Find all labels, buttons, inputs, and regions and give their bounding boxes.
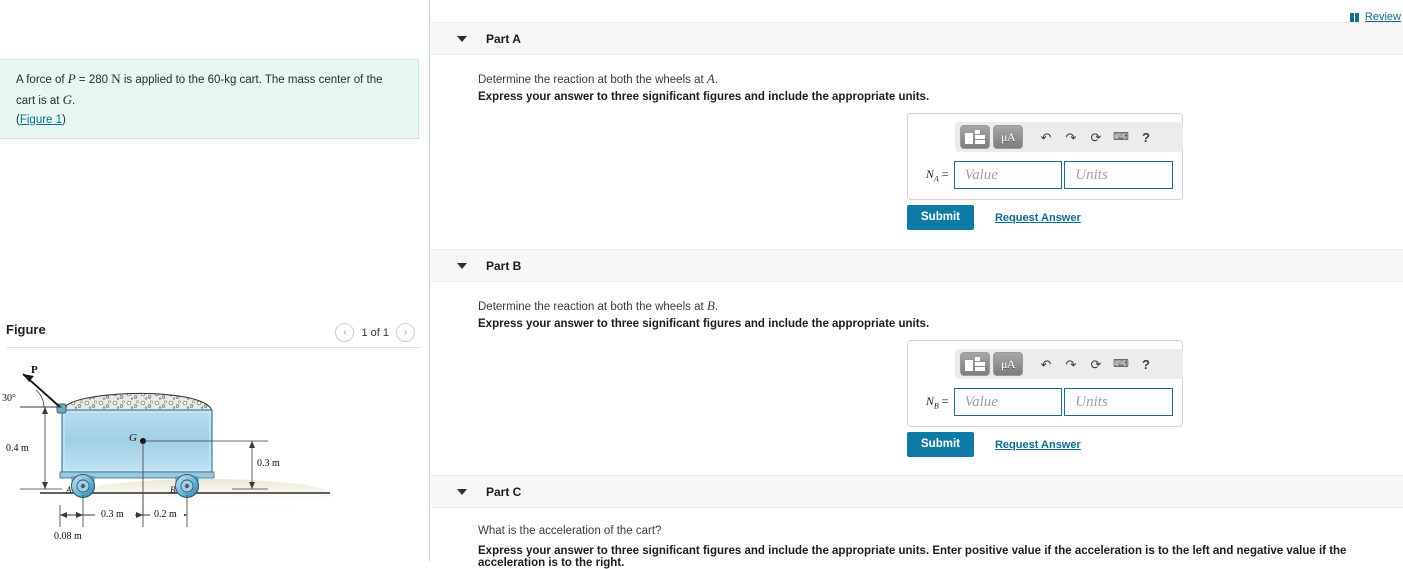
figure-label-angle: 30° bbox=[2, 393, 16, 404]
part-c-instruction: Express your answer to three significant… bbox=[478, 545, 1347, 569]
left-panel: A force of P = 280 N is applied to the 6… bbox=[0, 0, 430, 561]
keyboard-icon[interactable]: ⌨ bbox=[1110, 358, 1132, 370]
figure-dim-offset: 0.08 m bbox=[54, 531, 82, 542]
part-b-submit-button[interactable]: Submit bbox=[907, 432, 974, 457]
chevron-down-icon[interactable] bbox=[457, 262, 467, 269]
figure-label-force: P bbox=[31, 364, 38, 376]
math-template-icon[interactable] bbox=[960, 352, 990, 376]
part-b-answer-label: NB = bbox=[917, 394, 954, 410]
mass-center-symbol: G bbox=[62, 91, 73, 107]
part-a-submit-row: Submit Request Answer bbox=[907, 205, 1081, 230]
part-b-answer-row: NB = Value Units bbox=[917, 388, 1173, 416]
figure-label-wheel-a: A bbox=[66, 485, 72, 495]
part-c-question: What is the acceleration of the cart? bbox=[478, 525, 662, 537]
part-a-question: Determine the reaction at both the wheel… bbox=[478, 71, 718, 87]
math-template-icon[interactable] bbox=[960, 125, 990, 149]
figure-dim-height: 0.4 m bbox=[6, 443, 29, 454]
part-a-question-text: Determine the reaction at both the wheel… bbox=[478, 74, 707, 86]
part-a-request-answer-link[interactable]: Request Answer bbox=[995, 212, 1081, 224]
units-icon-text: μA bbox=[1000, 357, 1016, 371]
part-a-answer-box: μA ↶ ↷ ⟳ ⌨ ? NA = Value Units bbox=[907, 113, 1183, 200]
part-b-submit-row: Submit Request Answer bbox=[907, 432, 1081, 457]
figure-title: Figure bbox=[6, 322, 46, 337]
part-b-header[interactable]: Part B bbox=[431, 249, 1403, 282]
part-b-answer-box: μA ↶ ↷ ⟳ ⌨ ? NB = Value Units bbox=[907, 340, 1183, 427]
part-b-value-input[interactable]: Value bbox=[953, 388, 1063, 416]
problem-statement: A force of P = 280 N is applied to the 6… bbox=[0, 59, 419, 140]
greek-units-icon[interactable]: μA bbox=[993, 125, 1023, 149]
part-a-label: Part A bbox=[486, 31, 521, 46]
part-b-instruction: Express your answer to three significant… bbox=[478, 318, 930, 330]
part-a-answer-row: NA = Value Units bbox=[917, 161, 1173, 189]
part-b-question-text: Determine the reaction at both the wheel… bbox=[478, 301, 707, 313]
figure-label-wheel-b: B bbox=[170, 485, 176, 495]
part-b-label-base: N bbox=[925, 393, 934, 408]
chevron-down-icon[interactable] bbox=[457, 35, 467, 42]
redo-arrow-icon[interactable]: ↷ bbox=[1060, 131, 1082, 144]
part-c-label: Part C bbox=[486, 484, 522, 499]
greek-units-icon[interactable]: μA bbox=[993, 352, 1023, 376]
book-icon bbox=[1349, 12, 1361, 22]
part-b-math-toolbar: μA ↶ ↷ ⟳ ⌨ ? bbox=[955, 349, 1183, 379]
figure-pager: ‹ 1 of 1 › bbox=[335, 323, 415, 342]
reset-circle-icon[interactable]: ⟳ bbox=[1085, 358, 1107, 371]
part-b-request-answer-link[interactable]: Request Answer bbox=[995, 439, 1081, 451]
part-b-label: Part B bbox=[486, 258, 522, 273]
part-a-value-input[interactable]: Value bbox=[953, 161, 1063, 189]
force-unit: N bbox=[111, 71, 121, 86]
figure-dim-bottom-1: 0.3 m bbox=[99, 509, 126, 520]
right-panel: Review Part A Determine the reaction at … bbox=[431, 0, 1403, 569]
problem-text-suffix: . bbox=[72, 94, 76, 107]
paren-close: ) bbox=[62, 113, 66, 126]
part-b-units-input[interactable]: Units bbox=[1064, 388, 1173, 416]
part-c-header[interactable]: Part C bbox=[431, 475, 1403, 508]
part-a-question-suffix: . bbox=[714, 74, 719, 86]
units-icon-text: μA bbox=[1000, 130, 1016, 144]
part-a-header[interactable]: Part A bbox=[431, 22, 1403, 55]
figure-dim-right: 0.3 m bbox=[257, 458, 280, 469]
problem-text-prefix: A force of bbox=[16, 74, 68, 86]
chevron-down-icon[interactable] bbox=[457, 488, 467, 495]
figure-divider bbox=[6, 347, 420, 348]
cart-figure: P 30° G A B 0.4 m 0.3 m 0.3 m 0.2 m 0.08… bbox=[0, 355, 429, 555]
keyboard-icon[interactable]: ⌨ bbox=[1110, 131, 1132, 143]
part-a-math-toolbar: μA ↶ ↷ ⟳ ⌨ ? bbox=[955, 122, 1183, 152]
part-a-answer-label: NA = bbox=[917, 167, 954, 183]
reset-circle-icon[interactable]: ⟳ bbox=[1085, 131, 1107, 144]
part-a-label-eq: = bbox=[938, 166, 949, 181]
redo-arrow-icon[interactable]: ↷ bbox=[1060, 358, 1082, 371]
figure-1-link[interactable]: Figure 1 bbox=[20, 114, 62, 126]
figure-dim-bottom-2: 0.2 m bbox=[152, 509, 179, 520]
figure-reference-line: (Figure 1) bbox=[16, 112, 404, 130]
force-symbol: P bbox=[67, 71, 76, 86]
force-value: = 280 bbox=[75, 74, 112, 86]
figure-prev-button[interactable]: ‹ bbox=[335, 323, 355, 342]
undo-arrow-icon[interactable]: ↶ bbox=[1035, 131, 1057, 144]
undo-arrow-icon[interactable]: ↶ bbox=[1035, 358, 1057, 371]
part-a-point-symbol: A bbox=[706, 71, 715, 86]
part-b-point-symbol: B bbox=[706, 298, 715, 313]
part-a-instruction: Express your answer to three significant… bbox=[478, 91, 930, 103]
part-b-question: Determine the reaction at both the wheel… bbox=[478, 298, 718, 314]
figure-next-button[interactable]: › bbox=[396, 323, 415, 342]
part-b-question-suffix: . bbox=[714, 301, 719, 313]
help-question-icon[interactable]: ? bbox=[1135, 358, 1157, 371]
figure-label-center: G bbox=[129, 432, 137, 444]
part-a-submit-button[interactable]: Submit bbox=[907, 205, 974, 230]
part-a-units-input[interactable]: Units bbox=[1064, 161, 1173, 189]
part-a-label-base: N bbox=[925, 166, 934, 181]
figure-page-count: 1 of 1 bbox=[361, 326, 389, 339]
help-question-icon[interactable]: ? bbox=[1135, 131, 1157, 144]
part-b-label-eq: = bbox=[938, 393, 949, 408]
